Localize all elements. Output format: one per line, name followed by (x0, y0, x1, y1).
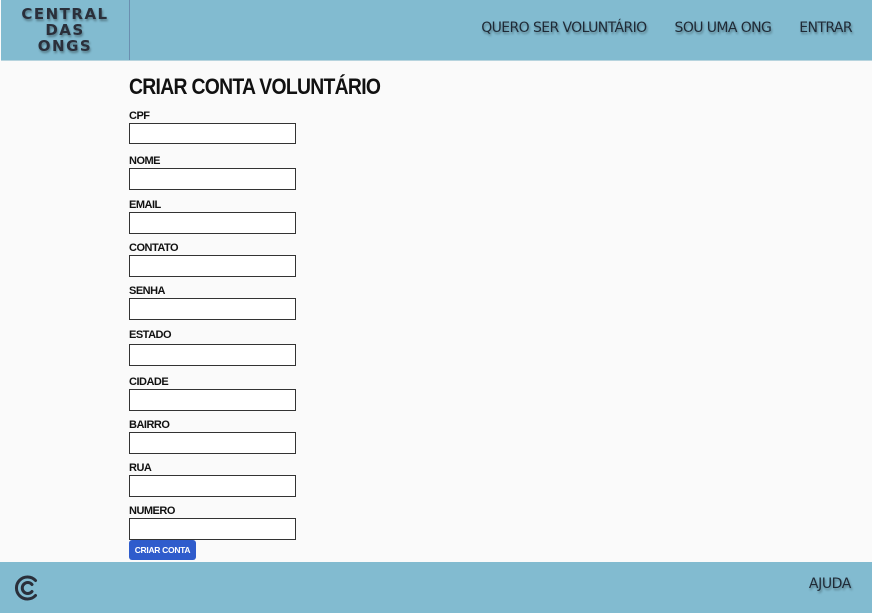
create-account-button[interactable]: CRIAR CONTA (129, 540, 196, 560)
logo-line-das: DAS (45, 21, 85, 39)
help-link[interactable]: AJUDA (809, 576, 851, 592)
logo[interactable]: CENTRAL DAS ONGS (1, 0, 130, 60)
logo-line-central: CENTRAL (21, 5, 109, 23)
contato-input[interactable] (129, 255, 296, 277)
nav-login-link[interactable]: ENTRAR (799, 20, 852, 36)
cpf-input[interactable] (129, 123, 296, 144)
contato-label: CONTATO (129, 242, 179, 254)
bairro-input[interactable] (129, 432, 296, 454)
nome-label: NOME (129, 155, 161, 167)
estado-label: ESTADO (129, 329, 172, 341)
signup-form: CRIAR CONTA VOLUNTÁRIO CPF NOME EMAIL CO… (129, 70, 415, 560)
cpf-field-group: CPF (129, 110, 296, 144)
nome-input[interactable] (129, 168, 296, 190)
senha-label: SENHA (129, 285, 166, 297)
rua-label: RUA (129, 462, 152, 474)
nome-field-group: NOME (129, 155, 296, 190)
rua-field-group: RUA (129, 462, 296, 497)
top-nav: QUERO SER VOLUNTÁRIO SOU UMA ONG ENTRAR (453, 0, 852, 56)
page-title: CRIAR CONTA VOLUNTÁRIO (129, 74, 381, 99)
numero-input[interactable] (129, 518, 296, 540)
email-label: EMAIL (129, 199, 161, 211)
nav-volunteer-link[interactable]: QUERO SER VOLUNTÁRIO (481, 20, 647, 36)
footer: AJUDA (0, 562, 872, 613)
cidade-field-group: CIDADE (129, 376, 296, 411)
email-input[interactable] (129, 212, 296, 234)
bairro-label: BAIRRO (129, 419, 170, 431)
cidade-input[interactable] (129, 389, 296, 411)
logo-line-ongs: ONGS (37, 37, 93, 55)
bairro-field-group: BAIRRO (129, 419, 296, 454)
senha-input[interactable] (129, 298, 296, 320)
numero-label: NUMERO (129, 505, 175, 517)
contato-field-group: CONTATO (129, 242, 296, 277)
senha-field-group: SENHA (129, 285, 296, 320)
nav-ong-link[interactable]: SOU UMA ONG (675, 20, 772, 36)
rua-input[interactable] (129, 475, 296, 497)
email-field-group: EMAIL (129, 199, 296, 234)
numero-field-group: NUMERO (129, 505, 296, 540)
central-das-ongs-c-icon[interactable] (12, 573, 42, 603)
header: CENTRAL DAS ONGS QUERO SER VOLUNTÁRIO SO… (1, 0, 872, 61)
cidade-label: CIDADE (129, 376, 169, 388)
estado-field-group: ESTADO (129, 329, 296, 366)
estado-input[interactable] (129, 344, 296, 366)
cpf-label: CPF (129, 110, 150, 122)
